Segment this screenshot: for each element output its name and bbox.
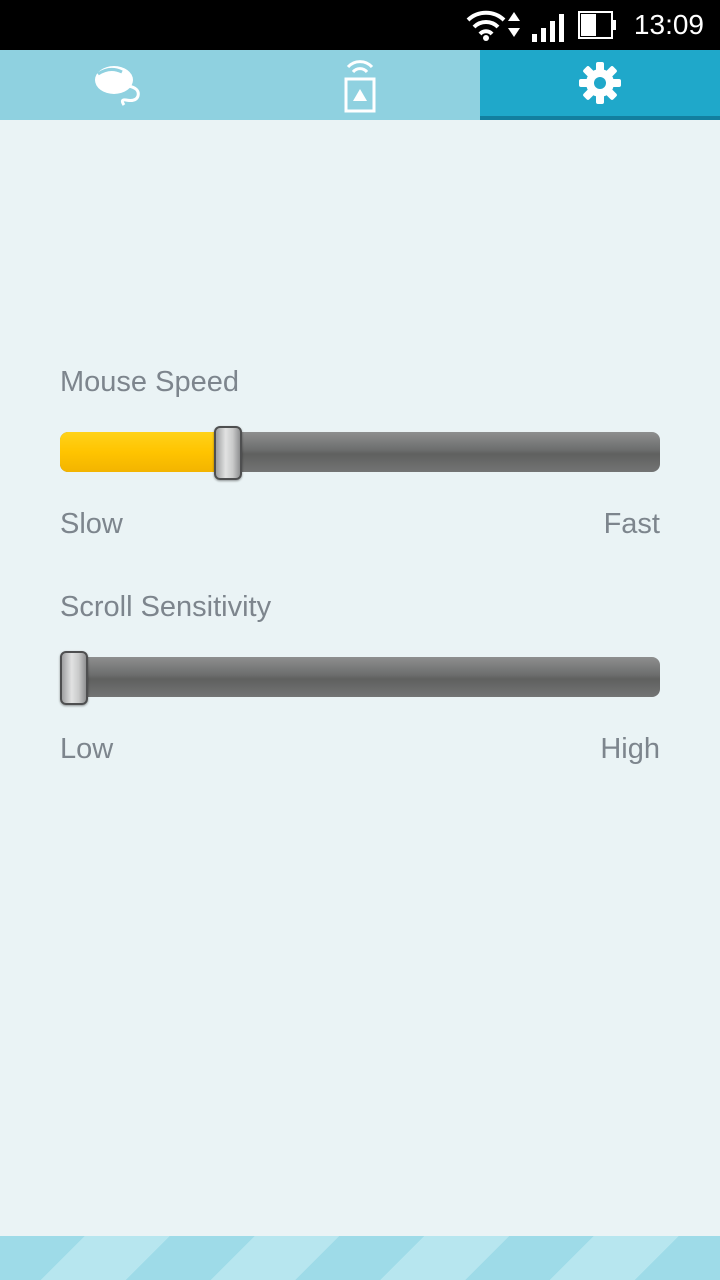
mouse-icon (95, 66, 140, 106)
scroll-sensitivity-min-label: Low (60, 733, 114, 765)
data-arrows-icon (508, 12, 520, 37)
gear-icon (579, 62, 621, 104)
mouse-speed-label: Mouse Speed (60, 366, 239, 398)
mouse-speed-slider-thumb[interactable] (214, 426, 243, 480)
tab-settings[interactable] (480, 50, 720, 120)
wifi-icon (466, 10, 506, 41)
footer-decoration (0, 1236, 720, 1280)
scroll-sensitivity-max-label: High (600, 733, 660, 765)
mouse-speed-min-label: Slow (60, 508, 123, 540)
tab-bar (0, 50, 720, 120)
mouse-speed-slider[interactable] (60, 426, 660, 480)
tab-remote[interactable] (240, 50, 480, 120)
scroll-sensitivity-label: Scroll Sensitivity (60, 591, 272, 623)
clock: 13:09 (633, 9, 704, 40)
battery-icon (578, 11, 616, 39)
signal-icon (532, 14, 564, 42)
status-bar: 13:09 (0, 0, 720, 50)
mouse-speed-max-label: Fast (603, 508, 660, 540)
remote-icon (344, 60, 376, 113)
settings-panel: Mouse Speed Slow Fast Scroll Sensitivity… (0, 120, 720, 1236)
scroll-sensitivity-slider-thumb[interactable] (60, 651, 88, 705)
scroll-sensitivity-slider[interactable] (60, 651, 660, 705)
tab-mouse[interactable] (0, 50, 240, 120)
mouse-speed-slider-fill (60, 432, 229, 472)
